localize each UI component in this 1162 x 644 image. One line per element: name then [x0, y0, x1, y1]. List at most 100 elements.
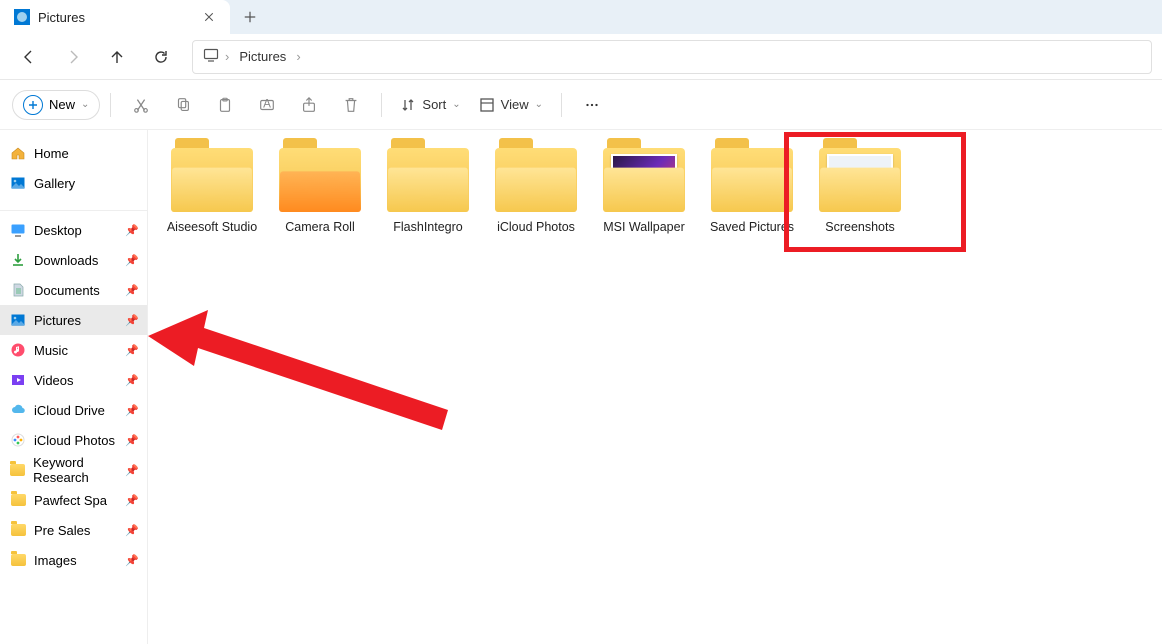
folder-msi-wallpaper[interactable]: MSI Wallpaper	[590, 144, 698, 239]
sidebar-item-home[interactable]: Home	[0, 138, 147, 168]
sidebar-item-label: Home	[34, 146, 69, 161]
sidebar-item-label: Pictures	[34, 313, 81, 328]
delete-button[interactable]	[331, 88, 371, 122]
folder-camera-roll[interactable]: Camera Roll	[266, 144, 374, 239]
rename-button[interactable]: A	[247, 88, 287, 122]
close-tab-button[interactable]	[202, 10, 216, 24]
this-pc-icon	[203, 47, 219, 66]
sidebar-item-music[interactable]: Music 📌	[0, 335, 147, 365]
refresh-button[interactable]	[142, 40, 180, 74]
sidebar-item-icloud-drive[interactable]: iCloud Drive 📌	[0, 395, 147, 425]
downloads-icon	[10, 252, 26, 268]
sidebar-item-pictures[interactable]: Pictures 📌	[0, 305, 147, 335]
sidebar-item-pre-sales[interactable]: Pre Sales📌	[0, 515, 147, 545]
sidebar-item-label: iCloud Photos	[34, 433, 115, 448]
pin-icon: 📌	[125, 314, 139, 327]
sidebar-item-label: iCloud Drive	[34, 403, 105, 418]
folder-flashintegro[interactable]: FlashIntegro	[374, 144, 482, 239]
more-button[interactable]	[572, 88, 612, 122]
sidebar-item-label: Documents	[34, 283, 100, 298]
pictures-icon	[10, 312, 26, 328]
pin-icon: 📌	[125, 464, 139, 477]
plus-circle-icon	[23, 95, 43, 115]
folder-icloud-photos[interactable]: iCloud Photos	[482, 144, 590, 239]
sidebar-item-documents[interactable]: Documents 📌	[0, 275, 147, 305]
iclouddrive-icon	[10, 402, 26, 418]
sidebar-item-gallery[interactable]: Gallery	[0, 168, 147, 198]
separator	[381, 93, 382, 117]
command-bar: New ⌄ A Sort ⌄ View ⌄	[0, 80, 1162, 130]
new-button[interactable]: New ⌄	[12, 90, 100, 120]
folder-saved-pictures[interactable]: Saved Pictures	[698, 144, 806, 239]
sidebar-item-label: Images	[34, 553, 77, 568]
home-icon	[10, 145, 26, 161]
folder-icon	[10, 552, 26, 568]
separator	[561, 93, 562, 117]
folder-icon	[495, 148, 577, 212]
back-button[interactable]	[10, 40, 48, 74]
copy-button[interactable]	[163, 88, 203, 122]
svg-text:A: A	[264, 97, 272, 110]
folder-label: iCloud Photos	[497, 220, 575, 235]
sidebar-item-label: Keyword Research	[33, 455, 137, 485]
sidebar-item-downloads[interactable]: Downloads 📌	[0, 245, 147, 275]
folder-icon	[711, 148, 793, 212]
cut-button[interactable]	[121, 88, 161, 122]
folder-icon	[171, 148, 253, 212]
content-area[interactable]: Aiseesoft Studio Camera Roll FlashIntegro i…	[148, 130, 1162, 644]
videos-icon	[10, 372, 26, 388]
paste-button[interactable]	[205, 88, 245, 122]
sidebar-item-images[interactable]: Images📌	[0, 545, 147, 575]
tab-pictures[interactable]: Pictures	[0, 0, 230, 34]
sidebar-item-label: Music	[34, 343, 68, 358]
forward-button[interactable]	[54, 40, 92, 74]
sidebar-item-label: Gallery	[34, 176, 75, 191]
folder-icon	[279, 148, 361, 212]
pin-icon: 📌	[125, 224, 139, 237]
breadcrumb-pictures[interactable]: Pictures	[235, 47, 290, 66]
folder-label: Aiseesoft Studio	[167, 220, 257, 235]
folder-label: Camera Roll	[285, 220, 354, 235]
separator	[110, 93, 111, 117]
new-button-label: New	[49, 97, 75, 112]
folder-icon	[819, 148, 901, 212]
address-bar[interactable]: › Pictures ›	[192, 40, 1152, 74]
sidebar-item-icloud-photos[interactable]: iCloud Photos 📌	[0, 425, 147, 455]
up-button[interactable]	[98, 40, 136, 74]
pin-icon: 📌	[125, 254, 139, 267]
pin-icon: 📌	[125, 344, 139, 357]
pin-icon: 📌	[125, 494, 139, 507]
navigation-bar: › Pictures ›	[0, 34, 1162, 80]
sidebar-item-label: Pawfect Spa	[34, 493, 107, 508]
tab-title: Pictures	[38, 10, 194, 25]
sidebar-item-keyword-research[interactable]: Keyword Research📌	[0, 455, 147, 485]
pin-icon: 📌	[125, 284, 139, 297]
sidebar-item-label: Downloads	[34, 253, 98, 268]
view-button-label: View	[501, 97, 529, 112]
folder-icon	[10, 462, 25, 478]
folder-aiseesoft-studio[interactable]: Aiseesoft Studio	[158, 144, 266, 239]
pin-icon: 📌	[125, 404, 139, 417]
new-tab-button[interactable]	[230, 0, 270, 34]
folder-screenshots[interactable]: Screenshots	[806, 144, 914, 239]
folder-label: Saved Pictures	[710, 220, 794, 235]
sidebar-item-label: Desktop	[34, 223, 82, 238]
sort-button[interactable]: Sort ⌄	[392, 93, 468, 117]
documents-icon	[10, 282, 26, 298]
folder-label: MSI Wallpaper	[603, 220, 685, 235]
sidebar-item-pawfect-spa[interactable]: Pawfect Spa 📌	[0, 485, 147, 515]
chevron-down-icon: ⌄	[535, 99, 543, 110]
gallery-icon	[10, 175, 26, 191]
folder-label: Screenshots	[825, 220, 894, 235]
pin-icon: 📌	[125, 434, 139, 447]
sidebar-item-label: Pre Sales	[34, 523, 90, 538]
sidebar-item-desktop[interactable]: Desktop 📌	[0, 215, 147, 245]
chevron-right-icon: ›	[225, 49, 229, 64]
sort-button-label: Sort	[422, 97, 446, 112]
tab-bar: Pictures	[0, 0, 1162, 34]
sidebar-item-videos[interactable]: Videos📌	[0, 365, 147, 395]
chevron-down-icon: ⌄	[452, 99, 460, 110]
share-button[interactable]	[289, 88, 329, 122]
view-button[interactable]: View ⌄	[471, 93, 551, 117]
desktop-icon	[10, 222, 26, 238]
